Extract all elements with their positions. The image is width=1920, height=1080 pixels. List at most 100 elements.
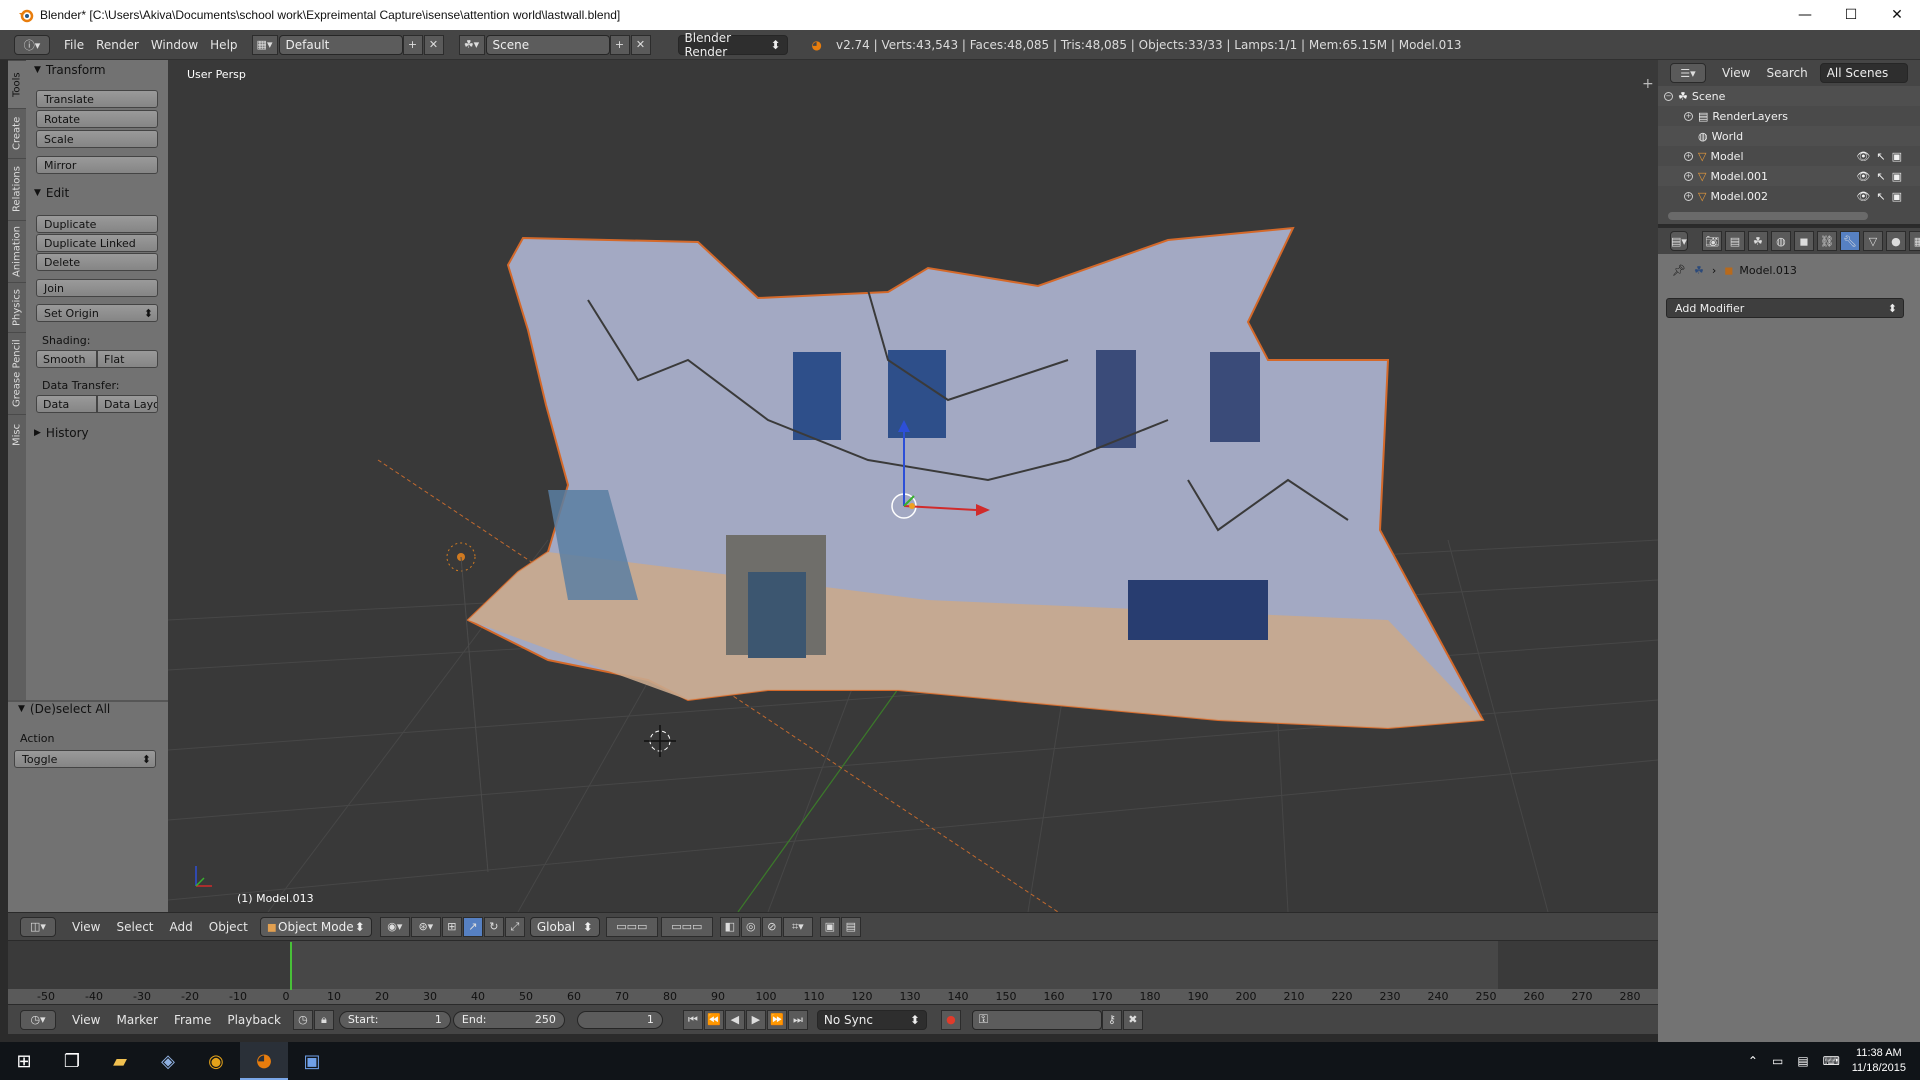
rotate-button[interactable]: Rotate xyxy=(36,110,158,128)
manipulator-toggle-icon[interactable]: ⊞ xyxy=(441,916,462,937)
outliner-scrollbar[interactable] xyxy=(1668,212,1868,220)
tl-menu-view[interactable]: View xyxy=(72,1013,100,1027)
tab-tools[interactable]: Tools xyxy=(8,60,26,108)
sync-select[interactable]: No Sync ⬍ xyxy=(816,1009,927,1030)
shading-smooth-button[interactable]: Smooth xyxy=(36,350,97,368)
vp-menu-object[interactable]: Object xyxy=(209,920,248,934)
3d-viewport[interactable]: + xyxy=(168,60,1658,912)
windows-start-icon[interactable]: ⊞ xyxy=(0,1042,48,1080)
play-reverse-icon[interactable]: ◀ xyxy=(724,1009,745,1030)
modifiers-tab-icon[interactable]: 🔧︎ xyxy=(1839,231,1860,251)
outliner-display-filter[interactable]: All Scenes xyxy=(1819,63,1908,83)
timeline-ruler[interactable]: -50 -40 -30 -20 -10 0 10 20 30 40 50 60 70 80 90 100 110… xyxy=(8,989,1658,1005)
shading-flat-button[interactable]: Flat xyxy=(97,350,158,368)
panel-transform-header[interactable]: ▼ Transform xyxy=(34,63,106,77)
translate-manipulator-icon[interactable]: ↗ xyxy=(462,916,483,937)
properties-editor-type-icon[interactable]: ▤▾ xyxy=(1670,231,1688,251)
scene-icon[interactable]: ☘▾ xyxy=(458,34,485,55)
tab-relations[interactable]: Relations xyxy=(8,158,26,220)
tab-misc[interactable]: Misc xyxy=(8,414,26,454)
pivot-point-icon[interactable]: ⊛▾ xyxy=(410,916,441,937)
add-layout-icon[interactable]: + xyxy=(402,34,423,55)
expand-toggle-icon[interactable]: + xyxy=(1684,151,1693,161)
insert-keyframe-icon[interactable]: ⚷ xyxy=(1101,1009,1122,1030)
lock-range-icon[interactable]: 🔒︎ xyxy=(313,1009,334,1030)
chrome-icon[interactable]: ◉ xyxy=(192,1042,240,1080)
info-editor-type-icon[interactable]: ⓘ▾ xyxy=(14,34,50,55)
timeline-editor-type-icon[interactable]: ◷▾ xyxy=(20,1009,56,1030)
minimize-button[interactable]: — xyxy=(1782,0,1828,30)
outliner-row-model-001[interactable]: + ▽ Model.001 👁︎↖▣ xyxy=(1658,166,1920,186)
join-button[interactable]: Join xyxy=(36,279,158,297)
operator-header[interactable]: ▼ (De)select All xyxy=(18,702,110,716)
delete-keyframe-icon[interactable]: ✖ xyxy=(1122,1009,1143,1030)
tab-animation[interactable]: Animation xyxy=(8,220,26,282)
action-select[interactable]: Toggle ⬍ xyxy=(14,750,156,768)
visibility-icons[interactable]: 👁︎↖▣ xyxy=(1856,190,1908,203)
translate-button[interactable]: Translate xyxy=(36,90,158,108)
maximize-button[interactable]: ☐ xyxy=(1828,0,1874,30)
snap-toggle-icon[interactable]: ⊘ xyxy=(761,916,782,937)
render-tab-icon[interactable]: 📷︎ xyxy=(1701,231,1722,251)
outliner-row-model[interactable]: + ▽ Model 👁︎↖▣ xyxy=(1658,146,1920,166)
tab-create[interactable]: Create xyxy=(8,108,26,158)
scene-field[interactable]: Scene xyxy=(485,34,610,55)
task-view-icon[interactable]: ❐ xyxy=(48,1042,96,1080)
battery-icon[interactable]: ▭ xyxy=(1772,1054,1783,1068)
scale-button[interactable]: Scale xyxy=(36,130,158,148)
proportional-edit-icon[interactable]: ◎ xyxy=(740,916,761,937)
screen-layout-field[interactable]: Default xyxy=(278,34,403,55)
viewport-shading-icon[interactable]: ◉▾ xyxy=(379,916,410,937)
duplicate-button[interactable]: Duplicate xyxy=(36,215,158,233)
constraints-tab-icon[interactable]: ⛓ xyxy=(1816,231,1837,251)
layers-grid-a-icon[interactable]: ▭▭▭ xyxy=(605,916,658,937)
layer-lock-icon[interactable]: ◧ xyxy=(719,916,740,937)
remove-layout-icon[interactable]: ✕ xyxy=(423,34,444,55)
next-keyframe-icon[interactable]: ⏩ xyxy=(766,1009,787,1030)
delete-button[interactable]: Delete xyxy=(36,253,158,271)
object-tab-icon[interactable]: ◼ xyxy=(1793,231,1814,251)
jump-end-icon[interactable]: ⏭ xyxy=(787,1009,808,1030)
tab-physics[interactable]: Physics xyxy=(8,282,26,332)
layers-grid-b-icon[interactable]: ▭▭▭ xyxy=(660,916,713,937)
visibility-icons[interactable]: 👁︎↖▣ xyxy=(1856,150,1908,163)
close-button[interactable]: ✕ xyxy=(1874,0,1920,30)
render-layers-tab-icon[interactable]: ▤ xyxy=(1724,231,1745,251)
duplicate-linked-button[interactable]: Duplicate Linked xyxy=(36,234,158,252)
outliner-row-scene[interactable]: − ☘ Scene xyxy=(1658,86,1920,106)
panel-edit-header[interactable]: ▼ Edit xyxy=(34,186,69,200)
set-origin-select[interactable]: Set Origin ⬍ xyxy=(36,304,158,322)
blender-taskbar-icon[interactable]: ◕ xyxy=(240,1042,288,1080)
menu-window[interactable]: Window xyxy=(145,35,204,55)
timeline[interactable]: -50 -40 -30 -20 -10 0 10 20 30 40 50 60 70 80 90 100 110… xyxy=(8,940,1658,1005)
vp-menu-view[interactable]: View xyxy=(72,920,100,934)
start-frame-field[interactable]: Start: 1 xyxy=(338,1010,451,1029)
keying-set-field[interactable]: ⚿ xyxy=(971,1009,1102,1030)
data-transfer-button[interactable]: Data xyxy=(36,395,97,413)
mode-select[interactable]: ◼ Object Mode ⬍ xyxy=(259,916,372,937)
texture-tab-icon[interactable]: ▦ xyxy=(1908,231,1920,251)
tray-expand-icon[interactable]: ⌃ xyxy=(1748,1054,1758,1068)
viewport-expand-icon[interactable]: + xyxy=(1642,76,1654,92)
panel-history-header[interactable]: ▶ History xyxy=(34,426,89,440)
prev-keyframe-icon[interactable]: ⏪ xyxy=(703,1009,724,1030)
menu-file[interactable]: File xyxy=(58,35,90,55)
menu-help[interactable]: Help xyxy=(204,35,243,55)
tab-grease-pencil[interactable]: Grease Pencil xyxy=(8,332,26,414)
orientation-select[interactable]: Global ⬍ xyxy=(529,916,600,937)
render-animation-icon[interactable]: ▤ xyxy=(840,916,861,937)
expand-toggle-icon[interactable]: + xyxy=(1684,191,1693,201)
app-diamond-icon[interactable]: ◈ xyxy=(144,1042,192,1080)
tl-menu-frame[interactable]: Frame xyxy=(174,1013,211,1027)
play-icon[interactable]: ▶ xyxy=(745,1009,766,1030)
outliner-row-world[interactable]: ◍ World xyxy=(1658,126,1920,146)
outliner-row-renderlayers[interactable]: + ▤ RenderLayers xyxy=(1658,106,1920,126)
3d-cursor[interactable] xyxy=(644,725,676,757)
snap-element-icon[interactable]: ⌗▾ xyxy=(782,916,813,937)
3d-view-editor-type-icon[interactable]: ◫▾ xyxy=(20,916,56,937)
jump-start-icon[interactable]: ⏮ xyxy=(682,1009,703,1030)
keyboard-icon[interactable]: ⌨ xyxy=(1823,1054,1840,1068)
render-engine-select[interactable]: Blender Render ⬍ xyxy=(677,31,788,59)
playhead-marker[interactable] xyxy=(290,942,292,990)
render-opengl-icon[interactable]: ▣ xyxy=(819,916,840,937)
